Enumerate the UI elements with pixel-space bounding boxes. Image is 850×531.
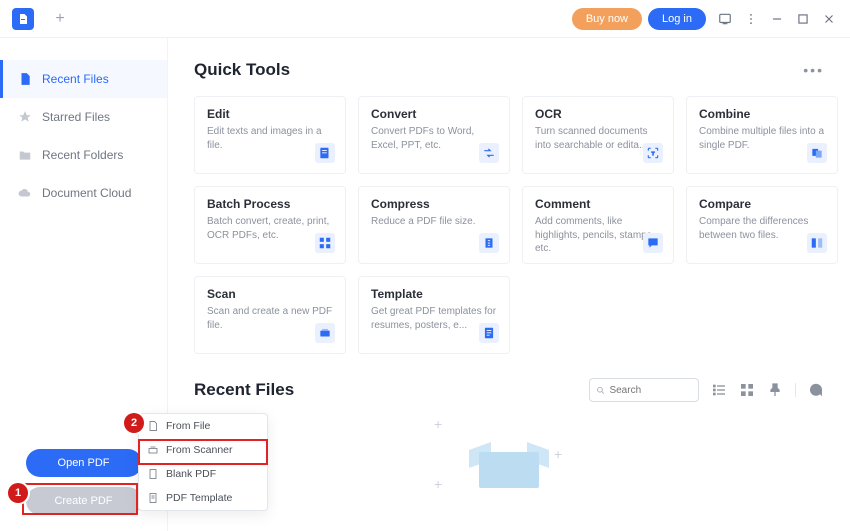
plus-decoration: +: [434, 476, 442, 492]
template-icon: [479, 323, 499, 343]
sidebar-item-starred-files[interactable]: Starred Files: [0, 98, 167, 136]
comment-icon: [643, 233, 663, 253]
annotation-badge-1: 1: [8, 483, 28, 503]
edit-icon: [315, 143, 335, 163]
sidebar-item-label: Starred Files: [42, 110, 110, 124]
refresh-icon[interactable]: [808, 382, 824, 398]
tool-card-title: Template: [371, 287, 499, 301]
tool-edit[interactable]: Edit Edit texts and images in a file.: [194, 96, 346, 174]
folder-icon: [18, 148, 32, 162]
tool-card-title: Compress: [371, 197, 499, 211]
file-icon: [18, 72, 32, 86]
tool-card-title: Combine: [699, 107, 827, 121]
sidebar-item-label: Recent Files: [42, 72, 109, 86]
tool-scan[interactable]: Scan Scan and create a new PDF file.: [194, 276, 346, 354]
menu-from-scanner[interactable]: From Scanner: [139, 438, 267, 462]
new-tab-button[interactable]: +: [48, 7, 72, 31]
sidebar-item-label: Recent Folders: [42, 148, 123, 162]
content-area: Quick Tools ••• Edit Edit texts and imag…: [168, 38, 850, 531]
list-view-icon[interactable]: [711, 382, 727, 398]
create-pdf-button[interactable]: Create PDF: [26, 487, 142, 515]
menu-item-label: Blank PDF: [166, 468, 216, 480]
tool-batch[interactable]: Batch Process Batch convert, create, pri…: [194, 186, 346, 264]
annotation-badge-2: 2: [124, 413, 144, 433]
quick-tools-title: Quick Tools: [194, 60, 290, 80]
star-icon: [18, 110, 32, 124]
more-options-icon[interactable]: •••: [803, 62, 824, 78]
batch-icon: [315, 233, 335, 253]
menu-item-label: From File: [166, 420, 210, 432]
close-icon[interactable]: [816, 6, 842, 32]
empty-state: + + +: [194, 416, 824, 496]
cloud-icon: [18, 186, 32, 200]
maximize-icon[interactable]: [790, 6, 816, 32]
quick-tools-grid: Edit Edit texts and images in a file. Co…: [194, 96, 824, 354]
recent-files-title: Recent Files: [194, 380, 294, 400]
tool-card-title: Compare: [699, 197, 827, 211]
login-button[interactable]: Log in: [648, 8, 706, 30]
tool-card-title: Edit: [207, 107, 335, 121]
menu-icon[interactable]: [738, 6, 764, 32]
tool-comment[interactable]: Comment Add comments, like highlights, p…: [522, 186, 674, 264]
grid-view-icon[interactable]: [739, 382, 755, 398]
open-pdf-button[interactable]: Open PDF: [26, 449, 142, 477]
sidebar-item-recent-folders[interactable]: Recent Folders: [0, 136, 167, 174]
tool-card-title: Batch Process: [207, 197, 335, 211]
buy-now-button[interactable]: Buy now: [572, 8, 642, 30]
tool-card-desc: Reduce a PDF file size.: [371, 215, 499, 229]
tool-compare[interactable]: Compare Compare the differences between …: [686, 186, 838, 264]
tool-card-title: Scan: [207, 287, 335, 301]
feedback-icon[interactable]: [712, 6, 738, 32]
tool-compress[interactable]: Compress Reduce a PDF file size.: [358, 186, 510, 264]
sidebar-item-recent-files[interactable]: Recent Files: [0, 60, 167, 98]
separator: [795, 383, 796, 397]
tool-ocr[interactable]: OCR Turn scanned documents into searchab…: [522, 96, 674, 174]
menu-blank-pdf[interactable]: Blank PDF: [139, 462, 267, 486]
tool-convert[interactable]: Convert Convert PDFs to Word, Excel, PPT…: [358, 96, 510, 174]
svg-text:T: T: [652, 151, 655, 156]
compress-icon: [479, 233, 499, 253]
search-icon: [596, 385, 605, 396]
tool-combine[interactable]: Combine Combine multiple files into a si…: [686, 96, 838, 174]
scan-icon: [315, 323, 335, 343]
ocr-icon: T: [643, 143, 663, 163]
empty-box-illustration: [469, 436, 549, 496]
pin-icon[interactable]: [767, 382, 783, 398]
plus-decoration: +: [554, 446, 562, 462]
combine-icon: [807, 143, 827, 163]
convert-icon: [479, 143, 499, 163]
tool-card-title: OCR: [535, 107, 663, 121]
create-pdf-menu: From File From Scanner Blank PDF PDF Tem…: [138, 413, 268, 511]
minimize-icon[interactable]: [764, 6, 790, 32]
compare-icon: [807, 233, 827, 253]
menu-from-file[interactable]: From File: [139, 414, 267, 438]
tool-template[interactable]: Template Get great PDF templates for res…: [358, 276, 510, 354]
template-icon: [147, 492, 159, 504]
tool-card-title: Comment: [535, 197, 663, 211]
title-bar: + Buy now Log in: [0, 0, 850, 38]
sidebar-item-document-cloud[interactable]: Document Cloud: [0, 174, 167, 212]
app-logo: [12, 8, 34, 30]
menu-item-label: From Scanner: [166, 444, 233, 456]
tool-card-title: Convert: [371, 107, 499, 121]
sidebar-item-label: Document Cloud: [42, 186, 131, 200]
file-icon: [147, 420, 159, 432]
menu-item-label: PDF Template: [166, 492, 232, 504]
scanner-icon: [147, 444, 159, 456]
menu-pdf-template[interactable]: PDF Template: [139, 486, 267, 510]
search-input-wrapper[interactable]: [589, 378, 699, 402]
search-input[interactable]: [609, 385, 692, 396]
blank-icon: [147, 468, 159, 480]
plus-decoration: +: [434, 416, 442, 432]
